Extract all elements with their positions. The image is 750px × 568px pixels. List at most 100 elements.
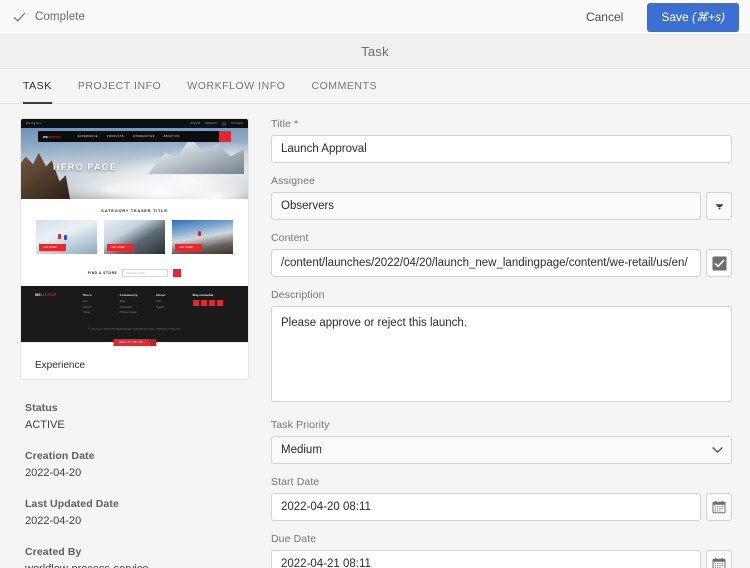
start-date-row — [271, 493, 732, 521]
preview-find-store-input: Enter city, country — [122, 269, 169, 277]
due-date-label: Due Date — [271, 533, 317, 545]
save-label: Save — [661, 9, 692, 24]
content-picker-button[interactable] — [706, 249, 732, 277]
preview-card-button: SEE MORE › — [107, 244, 135, 251]
preview-footer-item: Women — [83, 305, 92, 309]
preview-caption-text: Experience — [35, 360, 86, 371]
preview-figure-icon — [64, 235, 67, 240]
preview-footer-row: WE.ACTIVE Store Men Women Unisex Communi… — [35, 293, 234, 317]
preview-footer-column: Community Blogs Discussions Product revi… — [120, 293, 156, 317]
preview-hero: WE.RETAIL EXPERIENCE PRODUCTS COMMUNITIE… — [21, 128, 248, 199]
preview-footer-item: Store — [156, 300, 162, 303]
preview-logo-accent: RETAIL — [49, 134, 62, 139]
preview-footer-item: Blogs — [119, 300, 126, 303]
metadata-value: workflow-process-service — [25, 563, 251, 568]
preview-back-to-top: BACK TO THE TOP — [112, 339, 157, 346]
preview-footer-column: About Store Support — [156, 293, 192, 317]
preview-utility-links: SIGN IN WISHLIST MY CART — [190, 121, 243, 126]
preview-footer-item: Product reviews — [119, 311, 137, 314]
preview-footer-heading: About — [156, 293, 166, 297]
preview-card-button: SEE MORE › — [39, 244, 67, 251]
description-textarea[interactable]: Please approve or reject this launch. — [271, 306, 732, 402]
metadata-label: Creation Date — [25, 450, 95, 462]
preview-footer-legal: © 2016 ALL RIGHTS RESERVED TERMS OF USE … — [88, 328, 181, 331]
start-date-input[interactable] — [271, 493, 701, 521]
assignee-dropdown-button[interactable] — [706, 192, 732, 220]
tab-comments[interactable]: COMMENTS — [298, 69, 390, 103]
checkbox-picker-icon — [712, 256, 726, 270]
start-date-calendar-button[interactable] — [706, 493, 732, 521]
preview-teaser-card: SEE MORE › — [104, 220, 165, 254]
page-title: Task — [361, 44, 389, 59]
cancel-button[interactable]: Cancel — [578, 5, 631, 29]
metadata-status: Status ACTIVE — [25, 402, 251, 431]
preview-main-nav: WE.RETAIL EXPERIENCE PRODUCTS COMMUNITIE… — [38, 131, 231, 142]
metadata-label: Last Updated Date — [25, 498, 119, 510]
preview-nav-link: PRODUCTS — [106, 135, 124, 138]
content-path-input[interactable] — [271, 249, 701, 277]
left-column: WE.RETAIL SIGN IN WISHLIST MY CART WE.RE… — [16, 118, 251, 568]
preview-teaser-section: CATEGORY TEASER TITLE SEE MORE › SEE MORE… — [21, 199, 248, 260]
preview-search-icon — [219, 131, 231, 142]
preview-footer-heading: Community — [119, 293, 138, 297]
preview-teaser-title: CATEGORY TEASER TITLE — [101, 208, 168, 213]
preview-card-arrow-icon: › — [197, 246, 199, 249]
assignee-row: Observers — [271, 192, 732, 220]
due-date-calendar-button[interactable] — [706, 550, 732, 568]
content-preview-card[interactable]: WE.RETAIL SIGN IN WISHLIST MY CART WE.RE… — [20, 118, 249, 380]
task-priority-select[interactable]: Medium — [271, 436, 732, 464]
due-date-input[interactable] — [271, 550, 701, 568]
preview-footer-item: Men — [83, 300, 88, 303]
preview-card-button-label: SEE MORE — [111, 246, 126, 249]
preview-utility-box-icon — [222, 121, 227, 126]
preview-footer-social: Stay connected — [192, 293, 234, 317]
field-title: Title * — [271, 118, 732, 163]
preview-card-button: SEE MORE › — [175, 244, 203, 251]
metadata-created-by: Created By workflow-process-service — [25, 546, 251, 568]
preview-hero-title: HERO PAGE — [53, 162, 118, 172]
field-content: Content — [271, 232, 732, 277]
due-date-row — [271, 550, 732, 568]
preview-teaser-cards: SEE MORE › SEE MORE › SEE MORE › — [21, 220, 248, 254]
preview-nav-link: COMMUNITIES — [132, 135, 155, 138]
tab-project-info[interactable]: PROJECT INFO — [65, 69, 174, 103]
preview-find-store-search-icon — [173, 269, 182, 277]
pinterest-icon — [216, 300, 223, 306]
preview-utility-link: WISHLIST — [205, 122, 218, 125]
preview-footer-item: Unisex — [83, 311, 91, 314]
title-label: Title * — [271, 118, 299, 130]
calendar-icon — [712, 500, 726, 514]
preview-utility-link: SIGN IN — [190, 122, 201, 125]
assignee-select[interactable]: Observers — [271, 192, 701, 220]
field-description: Description Please approve or reject thi… — [271, 289, 732, 407]
preview-nav-link: EXPERIENCE — [78, 135, 98, 138]
preview-footer-item: Discussions — [119, 305, 133, 309]
tab-task[interactable]: TASK — [10, 69, 65, 104]
tab-bar: TASK PROJECT INFO WORKFLOW INFO COMMENTS — [0, 69, 750, 104]
page-title-bar: Task — [0, 35, 750, 69]
calendar-icon — [712, 557, 726, 568]
check-icon — [13, 12, 26, 22]
preview-caption: Experience — [21, 342, 248, 379]
top-action-bar-right: Cancel Save (⌘+s) — [578, 2, 739, 32]
preview-footer-logo: WE.ACTIVE — [35, 293, 83, 317]
instagram-icon — [208, 300, 215, 306]
metadata-creation-date: Creation Date 2022-04-20 — [25, 450, 251, 479]
preview-teaser-card: SEE MORE › — [172, 220, 233, 254]
preview-figure-icon — [58, 234, 61, 239]
status-badge: ACTIVE — [25, 419, 65, 431]
title-input[interactable] — [271, 135, 732, 163]
preview-back-to-top-label: BACK TO THE TOP — [112, 339, 150, 346]
task-form: Title * Assignee Observers Content — [271, 118, 734, 568]
complete-button[interactable]: Complete — [13, 11, 85, 24]
top-action-bar: Complete Cancel Save (⌘+s) — [0, 0, 750, 35]
save-button[interactable]: Save (⌘+s) — [647, 2, 739, 32]
preview-utility-link: MY CART — [231, 122, 243, 125]
content-label: Content — [271, 232, 309, 244]
preview-find-store: FIND A STORE Enter city, country — [21, 260, 248, 286]
preview-footer-item: Support — [156, 305, 165, 309]
start-date-label: Start Date — [271, 476, 320, 488]
task-priority-label: Task Priority — [271, 419, 330, 431]
task-detail-content: WE.RETAIL SIGN IN WISHLIST MY CART WE.RE… — [0, 104, 750, 568]
tab-workflow-info[interactable]: WORKFLOW INFO — [174, 69, 298, 103]
